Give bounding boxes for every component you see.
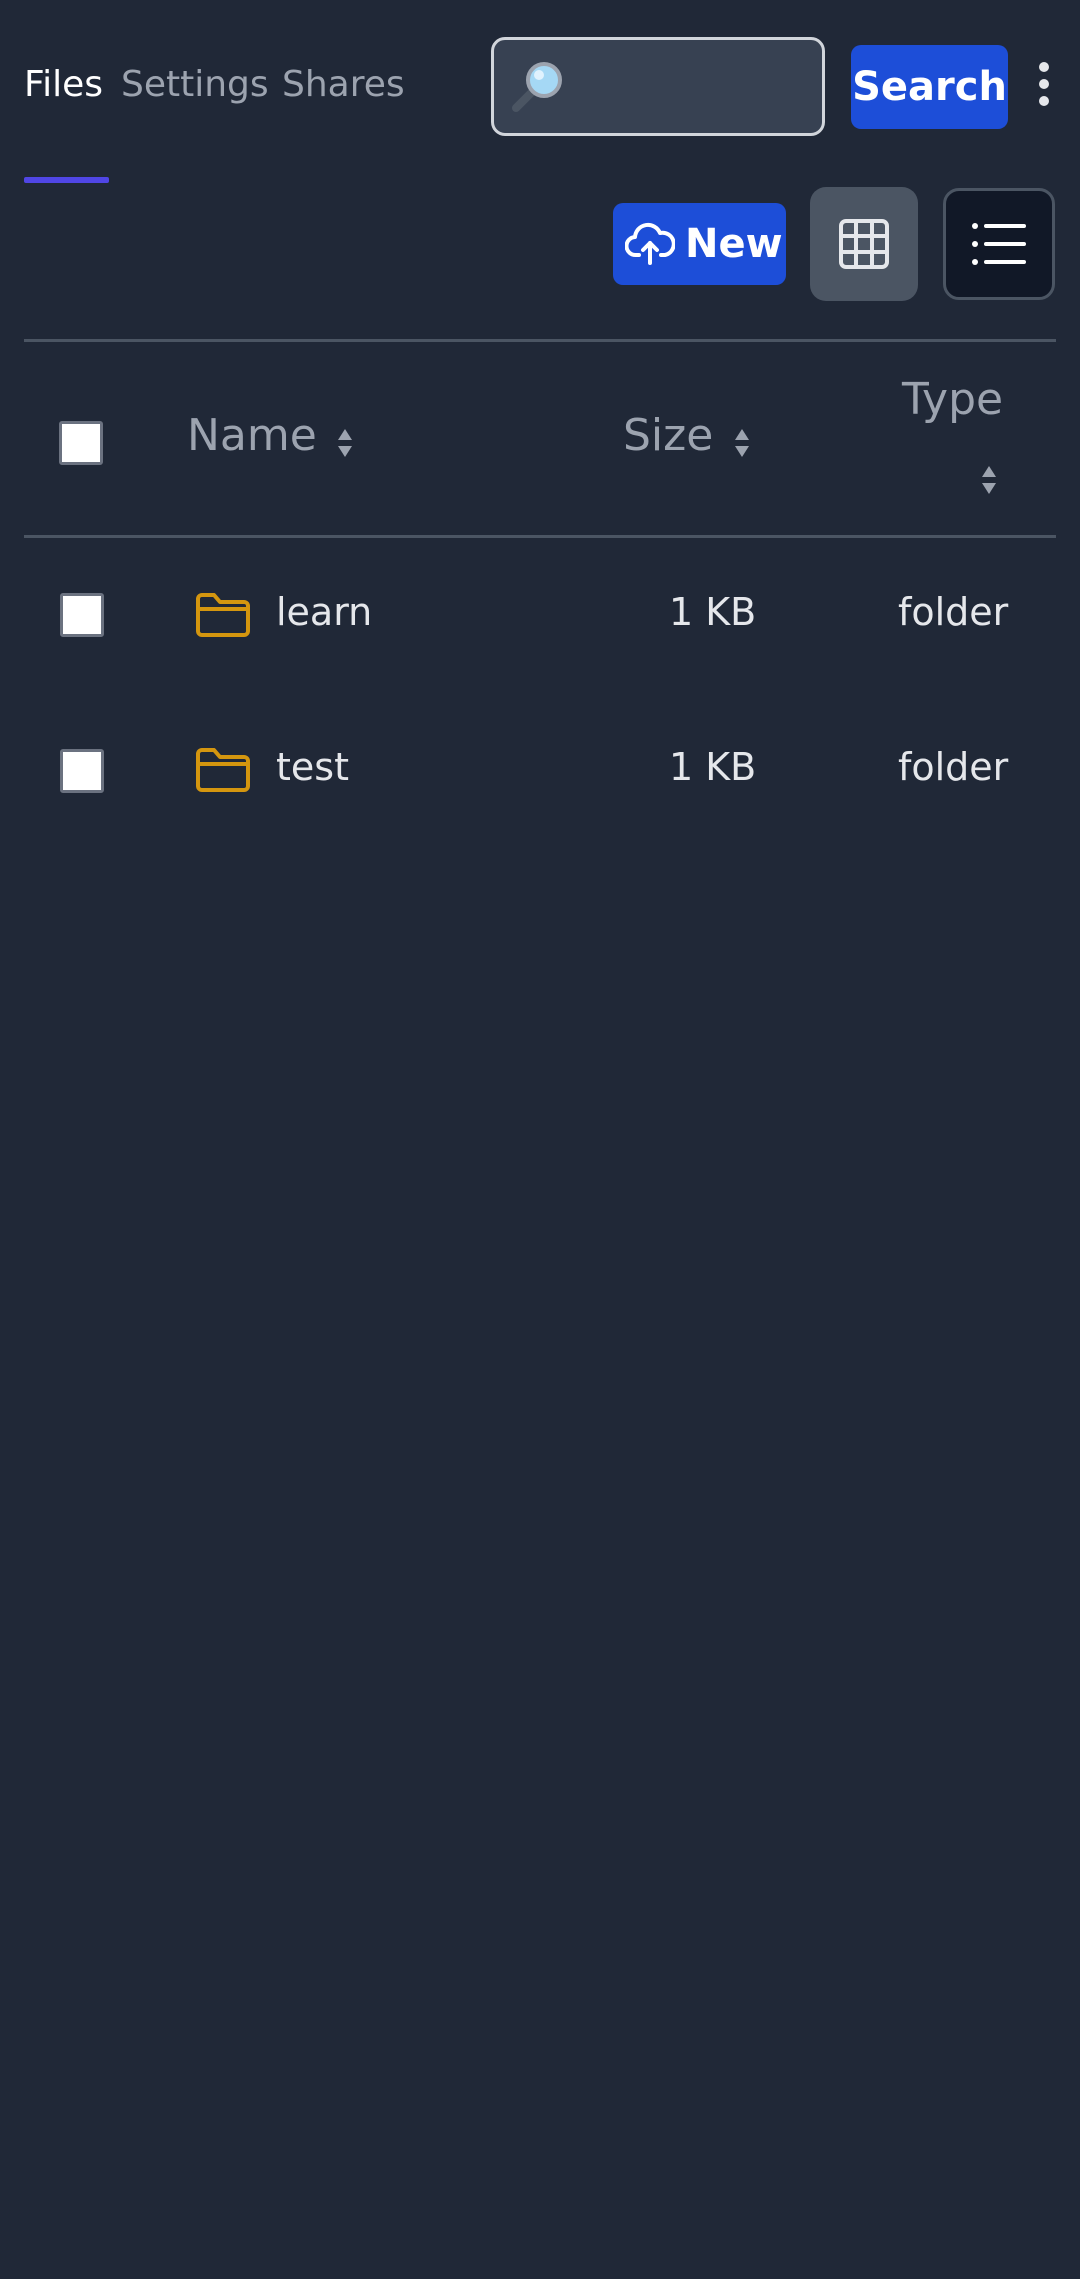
magnifying-glass-icon [512,62,562,112]
column-header-name[interactable]: Name [187,410,317,461]
sort-icon[interactable] [733,427,751,459]
sort-icon[interactable] [336,427,354,459]
tab-settings[interactable]: Settings [121,64,269,105]
row-type: folder [898,745,1009,789]
row-name[interactable]: learn [276,590,372,634]
row-checkbox[interactable] [60,749,104,793]
row-type: folder [898,590,1009,634]
folder-icon [196,593,250,637]
more-options-icon[interactable] [1030,62,1058,112]
list-view-button[interactable] [943,188,1055,300]
grid-icon [839,219,889,269]
divider [24,339,1056,342]
tab-shares[interactable]: Shares [282,64,405,105]
cloud-upload-icon [625,222,675,265]
tab-files[interactable]: Files [24,64,103,105]
divider [24,535,1056,538]
new-button-label: New [685,221,783,267]
topbar: Files Settings Shares Search [0,0,1080,185]
row-name[interactable]: test [276,745,349,789]
list-icon [972,223,1026,265]
active-tab-indicator [24,177,109,183]
row-checkbox[interactable] [60,593,104,637]
row-size: 1 KB [669,745,757,789]
column-header-type[interactable]: Type [902,374,1003,425]
row-size: 1 KB [669,590,757,634]
search-input[interactable] [576,58,810,116]
grid-view-button[interactable] [810,187,918,301]
search-field[interactable] [491,37,825,136]
search-button[interactable]: Search [851,45,1008,129]
new-button[interactable]: New [613,203,786,285]
select-all-checkbox[interactable] [59,421,103,465]
sort-icon[interactable] [980,464,998,496]
folder-icon [196,748,250,792]
column-header-size[interactable]: Size [623,410,713,461]
